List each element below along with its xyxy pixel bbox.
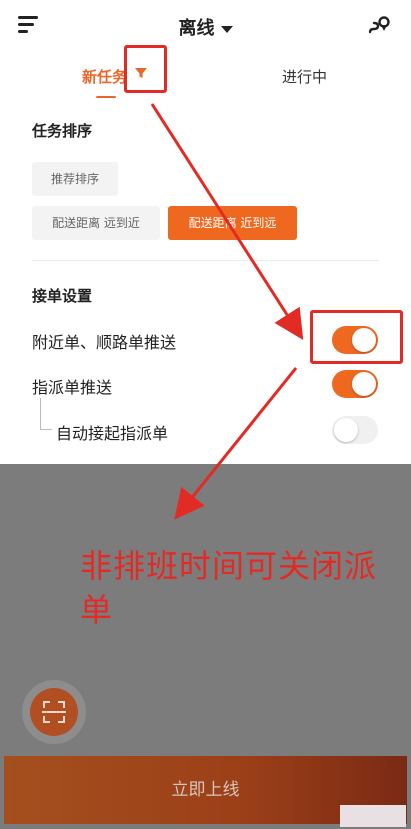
- tab-in-progress[interactable]: 进行中: [282, 66, 327, 87]
- scan-icon: [42, 701, 66, 723]
- highlight-box-filter: [124, 45, 167, 93]
- status-title: 离线: [178, 18, 215, 39]
- corner-watermark: [340, 805, 406, 827]
- annotation-text: 非排班时间可关闭派单: [80, 547, 378, 629]
- tab-label: 进行中: [282, 68, 328, 86]
- order-settings-title: 接单设置: [32, 287, 93, 305]
- sort-section-title: 任务排序: [32, 122, 93, 140]
- auto-accept-label: 自动接起指派单: [56, 424, 169, 443]
- highlight-box-toggle: [310, 310, 403, 364]
- sort-option-far-to-near[interactable]: 配送距离 远到近: [32, 206, 160, 240]
- chevron-down-icon: [220, 25, 233, 33]
- assigned-order-push-toggle[interactable]: [332, 370, 378, 398]
- tree-connector: [40, 398, 52, 430]
- tab-new-tasks[interactable]: 新任务: [82, 66, 128, 99]
- scan-button[interactable]: [22, 680, 86, 744]
- settings-panel: 任务排序 推荐排序 配送距离 远到近 配送距离 近到远 接单设置 附近单、顺路单…: [0, 98, 411, 464]
- section-divider: [32, 260, 379, 261]
- sort-option-recommended[interactable]: 推荐排序: [32, 162, 118, 196]
- auto-accept-toggle[interactable]: [332, 416, 378, 444]
- sort-option-near-to-far[interactable]: 配送距离 近到远: [168, 206, 297, 240]
- task-tabs: 新任务 进行中: [0, 56, 411, 99]
- top-bar: 离线: [0, 0, 411, 56]
- assigned-order-push-label: 指派单推送: [32, 378, 113, 397]
- tab-label: 新任务: [82, 68, 128, 86]
- location-icon[interactable]: [366, 14, 392, 40]
- status-dropdown[interactable]: 离线: [0, 14, 411, 40]
- nearby-order-push-label: 附近单、顺路单推送: [32, 333, 177, 352]
